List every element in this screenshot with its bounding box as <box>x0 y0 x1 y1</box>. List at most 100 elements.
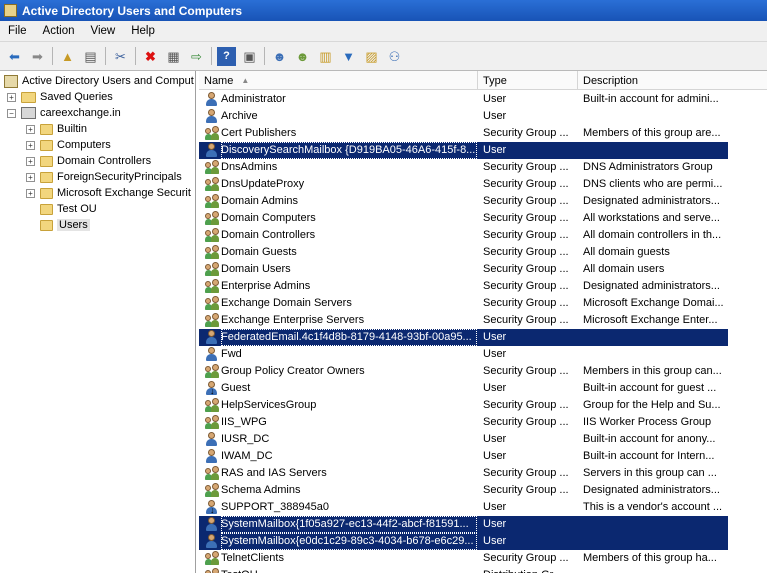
menu-bar: File Action View Help <box>0 21 767 42</box>
item-description: All domain guests <box>583 246 670 258</box>
list-item[interactable]: Cert Publishers Security Group ... Members… <box>199 125 728 142</box>
list-item[interactable]: DiscoverySearchMailbox {D919BA05-46A6-41… <box>199 142 728 159</box>
expand-icon[interactable]: + <box>26 172 35 182</box>
expand-icon[interactable]: + <box>26 124 35 134</box>
collapse-icon[interactable]: − <box>7 108 16 118</box>
tree-item-computers[interactable]: + Computers <box>26 137 111 153</box>
tree-item-users[interactable]: Users <box>26 217 90 233</box>
new-group-icon[interactable]: ☻ <box>293 47 312 66</box>
list-item[interactable]: Domain Computers Security Group ... All wo… <box>199 210 728 227</box>
list-item[interactable]: Exchange Enterprise Servers Security Grou… <box>199 312 728 329</box>
item-type: Security Group ... <box>483 178 569 190</box>
item-name: DnsUpdateProxy <box>221 178 305 190</box>
column-header-type[interactable]: Type <box>478 71 578 90</box>
filter-icon[interactable]: ▼ <box>339 47 358 66</box>
tree-root[interactable]: Active Directory Users and Comput <box>4 73 194 89</box>
tree-item-exchange-security[interactable]: + Microsoft Exchange Securit <box>26 185 191 201</box>
properties-icon[interactable]: ▦ <box>164 47 183 66</box>
user-icon <box>205 109 219 124</box>
column-header-description[interactable]: Description <box>578 71 767 90</box>
item-description: Built-in account for anony... <box>583 433 716 445</box>
help-icon[interactable]: ? <box>217 46 236 66</box>
list-item[interactable]: Enterprise Admins Security Group ... Desig… <box>199 278 728 295</box>
folder-icon <box>40 139 53 151</box>
new-user-icon[interactable]: ☻ <box>270 47 289 66</box>
item-name: TelnetClients <box>221 552 284 564</box>
list-item[interactable]: Archive User <box>199 108 728 125</box>
tree-item-test-ou[interactable]: Test OU <box>26 201 97 217</box>
list-item[interactable]: Fwd User <box>199 346 728 363</box>
expand-icon[interactable]: + <box>26 140 35 150</box>
item-type: Security Group ... <box>483 229 569 241</box>
tree-item-label: Test OU <box>57 203 97 215</box>
find-icon[interactable]: ▨ <box>362 47 381 66</box>
list-item[interactable]: SystemMailbox{e0dc1c29-89c3-4034-b678-e6… <box>199 533 728 550</box>
tree-item-label: Users <box>57 219 90 231</box>
list-item[interactable]: Schema Admins Security Group ... Designate… <box>199 482 728 499</box>
item-name: FederatedEmail.4c1f4d8b-8179-4148-93bf-0… <box>221 329 477 346</box>
item-type: Security Group ... <box>483 467 569 479</box>
list-item[interactable]: Domain Users Security Group ... All domain… <box>199 261 728 278</box>
menu-file[interactable]: File <box>0 25 35 37</box>
show-tree-icon[interactable]: ▤ <box>81 47 100 66</box>
list-item[interactable]: Exchange Domain Servers Security Group ..… <box>199 295 728 312</box>
list-item[interactable]: IWAM_DC User Built-in account for Intern..… <box>199 448 728 465</box>
item-type: Security Group ... <box>483 552 569 564</box>
tree-item-builtin[interactable]: + Builtin <box>26 121 87 137</box>
list-item[interactable]: DnsAdmins Security Group ... DNS Administr… <box>199 159 728 176</box>
tree-item-saved-queries[interactable]: + Saved Queries <box>7 89 113 105</box>
list-item[interactable]: IUSR_DC User Built-in account for anony... <box>199 431 728 448</box>
item-type: Security Group ... <box>483 195 569 207</box>
item-type: User <box>483 535 507 547</box>
item-description <box>583 142 728 159</box>
menu-help[interactable]: Help <box>123 25 163 37</box>
tree-item-label: careexchange.in <box>40 107 121 119</box>
delete-icon[interactable]: ✖ <box>141 47 160 66</box>
list-item[interactable]: IIS_WPG Security Group ... IIS Worker Proc… <box>199 414 728 431</box>
back-icon[interactable]: ⬅ <box>5 47 24 66</box>
item-name: Domain Admins <box>221 195 299 207</box>
list-item[interactable]: FederatedEmail.4c1f4d8b-8179-4148-93bf-0… <box>199 329 728 346</box>
cut-icon[interactable]: ✂ <box>111 47 130 66</box>
list-item[interactable]: TelnetClients Security Group ... Members o… <box>199 550 728 567</box>
item-type: Security Group ... <box>483 416 569 428</box>
up-folder-icon[interactable]: ▲ <box>58 47 77 66</box>
list-item[interactable]: Domain Guests Security Group ... All domai… <box>199 244 728 261</box>
list-item[interactable]: Domain Controllers Security Group ... All … <box>199 227 728 244</box>
menu-view[interactable]: View <box>83 25 124 37</box>
list-item[interactable]: Group Policy Creator Owners Security Grou… <box>199 363 728 380</box>
list-item[interactable]: Guest User Built-in account for guest ... <box>199 380 728 397</box>
tree-item-foreign-security-principals[interactable]: + ForeignSecurityPrincipals <box>26 169 182 185</box>
tree-item-domain-controllers[interactable]: + Domain Controllers <box>26 153 151 169</box>
expand-icon[interactable]: + <box>26 156 35 166</box>
group-icon <box>205 279 219 294</box>
console-icon[interactable]: ▣ <box>240 47 259 66</box>
item-type: Security Group ... <box>483 212 569 224</box>
move-icon[interactable]: ⚇ <box>385 47 404 66</box>
expand-icon[interactable]: + <box>7 92 16 102</box>
list-item[interactable]: SUPPORT_388945a0 User This is a vendor's a… <box>199 499 728 516</box>
item-name: DiscoverySearchMailbox {D919BA05-46A6-41… <box>221 142 477 159</box>
list-item[interactable]: DnsUpdateProxy Security Group ... DNS clie… <box>199 176 728 193</box>
list-item[interactable]: HelpServicesGroup Security Group ... Group… <box>199 397 728 414</box>
user-icon <box>205 347 219 362</box>
domain-icon <box>21 107 36 119</box>
expand-icon[interactable]: + <box>26 188 35 198</box>
item-name: Domain Users <box>221 263 291 275</box>
menu-action[interactable]: Action <box>35 25 83 37</box>
group-icon <box>205 296 219 311</box>
forward-icon[interactable]: ➡ <box>28 47 47 66</box>
list-item[interactable]: Domain Admins Security Group ... Designate… <box>199 193 728 210</box>
list-item[interactable]: SystemMailbox{1f05a927-ec13-44f2-abcf-f8… <box>199 516 728 533</box>
tree-item-domain[interactable]: − careexchange.in <box>7 105 121 121</box>
item-description: This is a vendor's account ... <box>583 501 723 513</box>
column-header-name[interactable]: Name ▲ <box>199 71 478 90</box>
export-icon[interactable]: ⇨ <box>187 47 206 66</box>
toolbar-separator <box>211 47 212 65</box>
list-item[interactable]: RAS and IAS Servers Security Group ... Ser… <box>199 465 728 482</box>
toolbar-separator <box>105 47 106 65</box>
list-item[interactable]: TestOU Distribution Gr... <box>199 567 728 573</box>
new-ou-icon[interactable]: ▥ <box>316 47 335 66</box>
list-item[interactable]: Administrator User Built-in account for ad… <box>199 91 728 108</box>
item-name: Guest <box>221 382 251 394</box>
